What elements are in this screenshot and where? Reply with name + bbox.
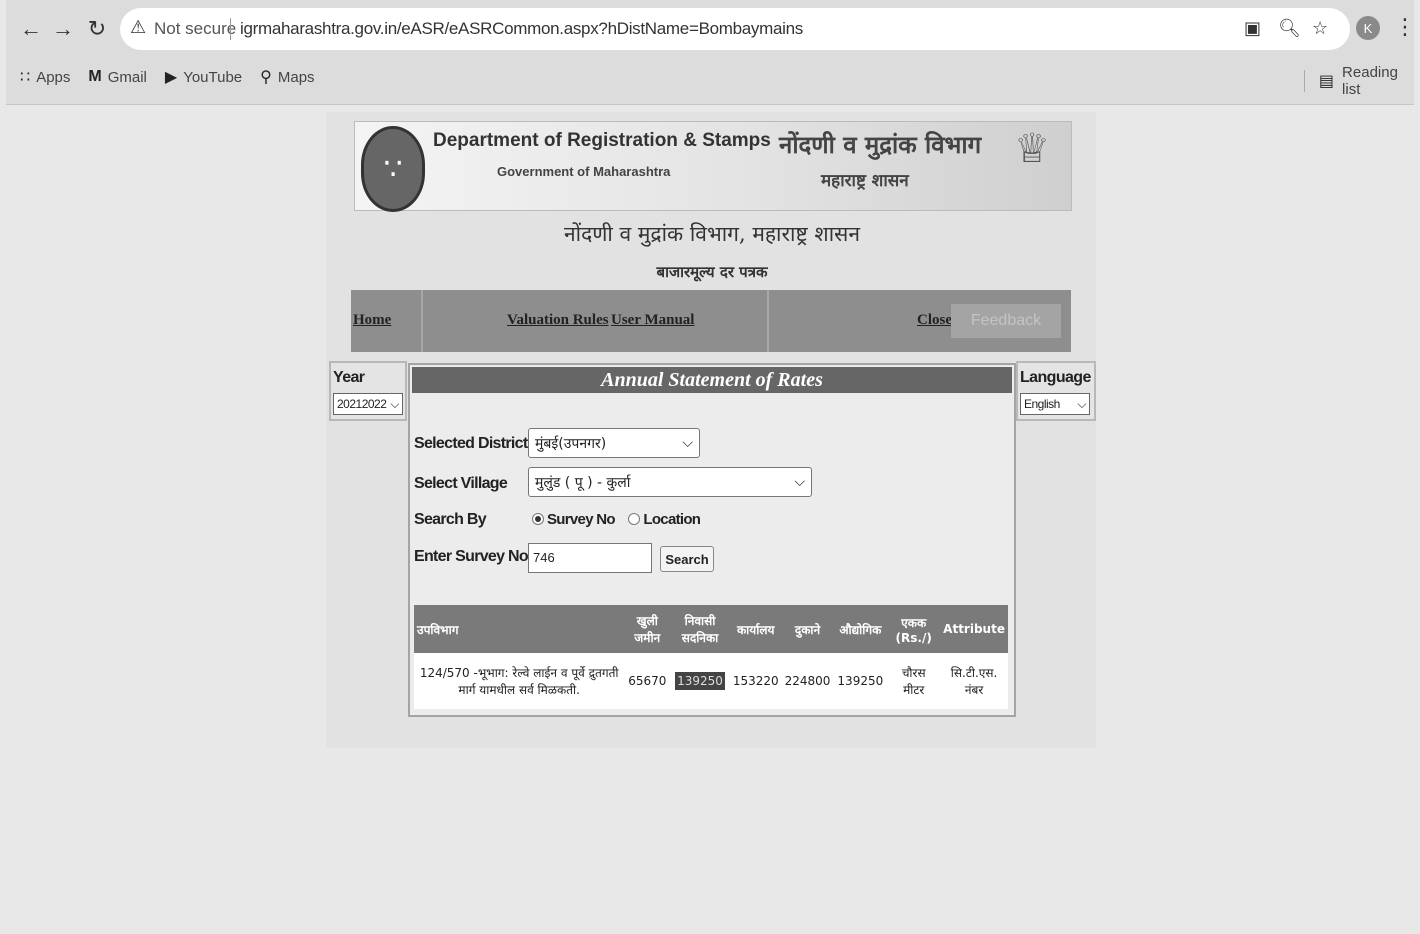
department-name-en: Department of Registration & Stamps: [433, 130, 771, 151]
rates-table: उपविभाग खुली जमीन निवासी सदनिका कार्यालय…: [414, 605, 1008, 709]
district-label: Selected District: [414, 435, 528, 452]
gmail-icon: M: [88, 68, 102, 85]
reading-separator: [1304, 70, 1305, 92]
radio-survey-no-label: Survey No: [547, 511, 616, 528]
bookmark-label: Gmail: [107, 68, 147, 86]
cell-attribute: सि.टी.एस. नंबर: [940, 653, 1008, 709]
cell-shops: 224800: [781, 653, 834, 709]
profile-avatar[interactable]: K: [1356, 16, 1380, 40]
language-box: Language English ⌵: [1016, 361, 1096, 421]
nav-cell-docs: Valuation Rules User Manual: [423, 290, 769, 352]
translate-icon[interactable]: ▣: [1244, 18, 1261, 39]
zoom-icon[interactable]: 🔍︎: [1278, 18, 1301, 39]
bookmark-label: Maps: [277, 68, 315, 86]
nav-cell-home: Home: [351, 290, 423, 352]
browser-chrome: ← → ↻ ⚠ Not secure igrmaharashtra.gov.in…: [6, 0, 1416, 105]
village-label: Select Village: [414, 475, 508, 492]
government-name-en: Government of Maharashtra: [497, 164, 671, 179]
year-box: Year 20212022 ⌵: [329, 361, 407, 421]
district-value: मुंबई(उपनगर): [535, 435, 607, 452]
chevron-down-icon: ⌵: [390, 396, 399, 411]
village-select[interactable]: मुलुंड ( पू ) - कुर्ला ⌵: [528, 467, 812, 497]
valuation-rules-link[interactable]: Valuation Rules: [507, 312, 609, 329]
radio-unchecked-icon: [628, 513, 641, 525]
page-title: नोंदणी व मुद्रांक विभाग, महाराष्ट्र शासन: [563, 222, 861, 246]
menu-dots-icon[interactable]: ⋮: [1394, 14, 1416, 40]
radio-location-label: Location: [643, 511, 701, 528]
col-header-industrial: औद्योगिक: [833, 605, 888, 653]
forward-arrow-icon[interactable]: →: [48, 14, 78, 44]
cell-open-land: 65670: [624, 653, 671, 709]
highlighted-value: 139250: [675, 672, 725, 690]
warning-icon[interactable]: ⚠: [130, 17, 146, 38]
col-header-shops: दुकाने: [781, 605, 834, 653]
reading-list-label: Reading list: [1342, 64, 1398, 98]
address-separator: [230, 18, 231, 40]
col-header-open-land: खुली जमीन: [624, 605, 671, 653]
government-name-mr: महाराष्ट्र शासन: [821, 171, 909, 191]
reading-list-icon: ▤: [1318, 73, 1335, 90]
table-row: 124/570 -भूभाग: रेल्वे लाईन व पूर्वे द्र…: [414, 653, 1008, 709]
close-link[interactable]: Close: [917, 312, 952, 329]
col-header-unit: एकक (Rs./): [887, 605, 941, 653]
year-selected: 20212022: [337, 397, 387, 411]
nav-bar: Home Valuation Rules User Manual Close F…: [351, 290, 1071, 352]
apps-grid-icon: ∷: [20, 69, 31, 86]
bookmark-label: YouTube: [183, 68, 243, 86]
language-selected: English: [1024, 397, 1060, 411]
page-subtitle: बाजारमूल्य दर पत्रक: [656, 263, 768, 281]
reload-icon[interactable]: ↻: [82, 14, 112, 44]
bookmark-gmail[interactable]: M Gmail: [88, 68, 147, 86]
feedback-button[interactable]: Feedback: [951, 304, 1061, 338]
cell-subdivision: 124/570 -भूभाग: रेल्वे लाईन व पूर्वे द्र…: [414, 653, 625, 709]
user-manual-link[interactable]: User Manual: [611, 312, 694, 329]
url-text[interactable]: igrmaharashtra.gov.in/eASR/eASRCommon.as…: [240, 19, 803, 39]
radio-checked-icon: [532, 513, 544, 525]
panel-heading: Annual Statement of Rates: [412, 367, 1012, 393]
radio-location[interactable]: Location: [628, 511, 701, 528]
bookmark-youtube[interactable]: ▶ YouTube: [165, 67, 242, 87]
bookmark-label: Apps: [36, 68, 71, 86]
header-banner: ∵ Department of Registration & Stamps Go…: [354, 121, 1072, 212]
bookmarks-bar: ∷ Apps M Gmail ▶ YouTube ⚲ Maps: [20, 64, 315, 90]
table-header-row: उपविभाग खुली जमीन निवासी सदनिका कार्यालय…: [414, 605, 1008, 653]
village-value: मुलुंड ( पू ) - कुर्ला: [535, 474, 631, 491]
address-bar[interactable]: ⚠ Not secure igrmaharashtra.gov.in/eASR/…: [120, 8, 1350, 50]
chevron-down-icon: ⌵: [682, 435, 693, 451]
rates-panel: Annual Statement of Rates Selected Distr…: [408, 363, 1016, 717]
cell-unit: चौरस मीटर: [887, 653, 941, 709]
back-arrow-icon[interactable]: ←: [16, 14, 46, 44]
state-emblem-icon: ♕: [1014, 127, 1050, 171]
year-select[interactable]: 20212022 ⌵: [333, 393, 403, 415]
search-button[interactable]: Search: [660, 546, 714, 572]
chevron-down-icon: ⌵: [794, 474, 805, 490]
reading-list-button[interactable]: ▤ Reading list: [1304, 64, 1414, 98]
language-label: Language: [1020, 369, 1091, 386]
radio-survey-no[interactable]: Survey No: [532, 511, 616, 528]
cell-residential: 139250: [670, 653, 730, 709]
col-header-subdivision: उपविभाग: [414, 605, 625, 653]
col-header-residential: निवासी सदनिका: [670, 605, 730, 653]
survey-no-label: Enter Survey No: [414, 548, 529, 565]
map-pin-icon: ⚲: [260, 69, 272, 86]
cell-office: 153220: [729, 653, 782, 709]
search-by-group: Survey No Location: [532, 511, 701, 528]
year-label: Year: [333, 369, 365, 386]
col-header-attribute: Attribute: [940, 605, 1008, 653]
survey-no-input[interactable]: 746: [528, 543, 652, 573]
cell-industrial: 139250: [833, 653, 888, 709]
security-label[interactable]: Not secure: [154, 19, 236, 39]
bookmark-star-icon[interactable]: ☆: [1312, 18, 1328, 39]
bookmark-maps[interactable]: ⚲ Maps: [260, 67, 314, 87]
search-by-label: Search By: [414, 511, 487, 528]
bookmark-apps[interactable]: ∷ Apps: [20, 67, 70, 87]
language-select[interactable]: English ⌵: [1020, 393, 1090, 415]
chevron-down-icon: ⌵: [1077, 396, 1086, 411]
igr-logo-icon: ∵: [361, 126, 425, 212]
home-link[interactable]: Home: [353, 312, 391, 329]
department-name-mr: नोंदणी व मुद्रांक विभाग: [779, 131, 982, 159]
col-header-office: कार्यालय: [729, 605, 782, 653]
district-select[interactable]: मुंबई(उपनगर) ⌵: [528, 428, 700, 458]
youtube-icon: ▶: [164, 69, 178, 86]
